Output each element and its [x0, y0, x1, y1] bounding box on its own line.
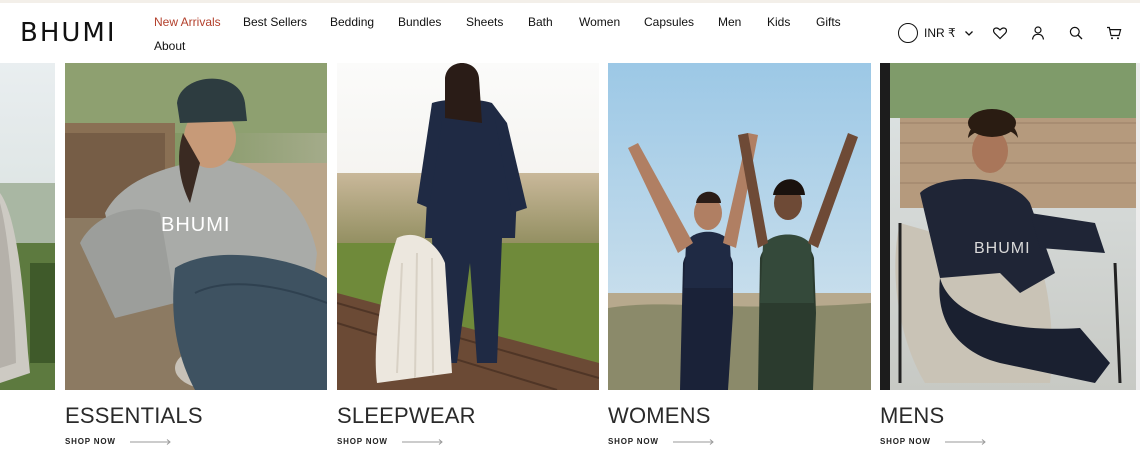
shop-now-link-essentials[interactable]: SHOP NOW: [65, 437, 172, 446]
user-icon[interactable]: [1030, 25, 1046, 41]
nav-item-kids[interactable]: Kids: [767, 14, 790, 30]
partial-category-image[interactable]: [0, 63, 55, 390]
shop-now-label: SHOP NOW: [880, 437, 931, 446]
heart-icon[interactable]: [992, 25, 1008, 41]
essentials-hoodie-logo: BHUMI: [161, 214, 230, 236]
currency-label: INR ₹: [924, 26, 956, 40]
nav-item-best-sellers[interactable]: Best Sellers: [243, 14, 307, 30]
shop-now-label: SHOP NOW: [65, 437, 116, 446]
sleepwear-image[interactable]: [337, 63, 599, 390]
mens-hoodie-logo: BHUMI: [974, 240, 1031, 257]
nav-item-bath[interactable]: Bath: [528, 14, 553, 30]
brand-logo[interactable]: BHUMI: [20, 18, 117, 48]
mens-image[interactable]: BHUMI: [880, 63, 1136, 390]
shop-now-link-womens[interactable]: SHOP NOW: [608, 437, 715, 446]
nav-item-new-arrivals[interactable]: New Arrivals: [154, 14, 221, 30]
main-nav: New Arrivals Best Sellers Bedding Bundle…: [154, 12, 854, 56]
top-border: [0, 0, 1140, 3]
shop-now-label: SHOP NOW: [337, 437, 388, 446]
nav-item-about[interactable]: About: [154, 38, 185, 54]
category-title-sleepwear[interactable]: SLEEPWEAR: [337, 403, 476, 429]
currency-selector[interactable]: INR ₹: [898, 22, 974, 44]
arrow-right-icon: [944, 438, 986, 445]
nav-item-sheets[interactable]: Sheets: [466, 14, 503, 30]
currency-flag-icon: [898, 23, 918, 43]
nav-item-bundles[interactable]: Bundles: [398, 14, 441, 30]
essentials-image[interactable]: BHUMI: [65, 63, 327, 390]
carousel-scrollbar[interactable]: [1136, 63, 1140, 390]
chevron-down-icon: [964, 31, 973, 36]
nav-item-women[interactable]: Women: [579, 14, 620, 30]
nav-item-men[interactable]: Men: [718, 14, 741, 30]
arrow-right-icon: [129, 438, 171, 445]
nav-item-bedding[interactable]: Bedding: [330, 14, 374, 30]
category-title-mens[interactable]: MENS: [880, 403, 944, 429]
arrow-right-icon: [401, 438, 443, 445]
category-title-essentials[interactable]: ESSENTIALS: [65, 403, 203, 429]
cart-icon[interactable]: [1106, 25, 1122, 41]
nav-item-gifts[interactable]: Gifts: [816, 14, 841, 30]
womens-image[interactable]: [608, 63, 871, 390]
shop-now-label: SHOP NOW: [608, 437, 659, 446]
arrow-right-icon: [672, 438, 714, 445]
nav-item-capsules[interactable]: Capsules: [644, 14, 694, 30]
category-title-womens[interactable]: WOMENS: [608, 403, 711, 429]
shop-now-link-sleepwear[interactable]: SHOP NOW: [337, 437, 444, 446]
search-icon[interactable]: [1068, 25, 1084, 41]
shop-now-link-mens[interactable]: SHOP NOW: [880, 437, 987, 446]
